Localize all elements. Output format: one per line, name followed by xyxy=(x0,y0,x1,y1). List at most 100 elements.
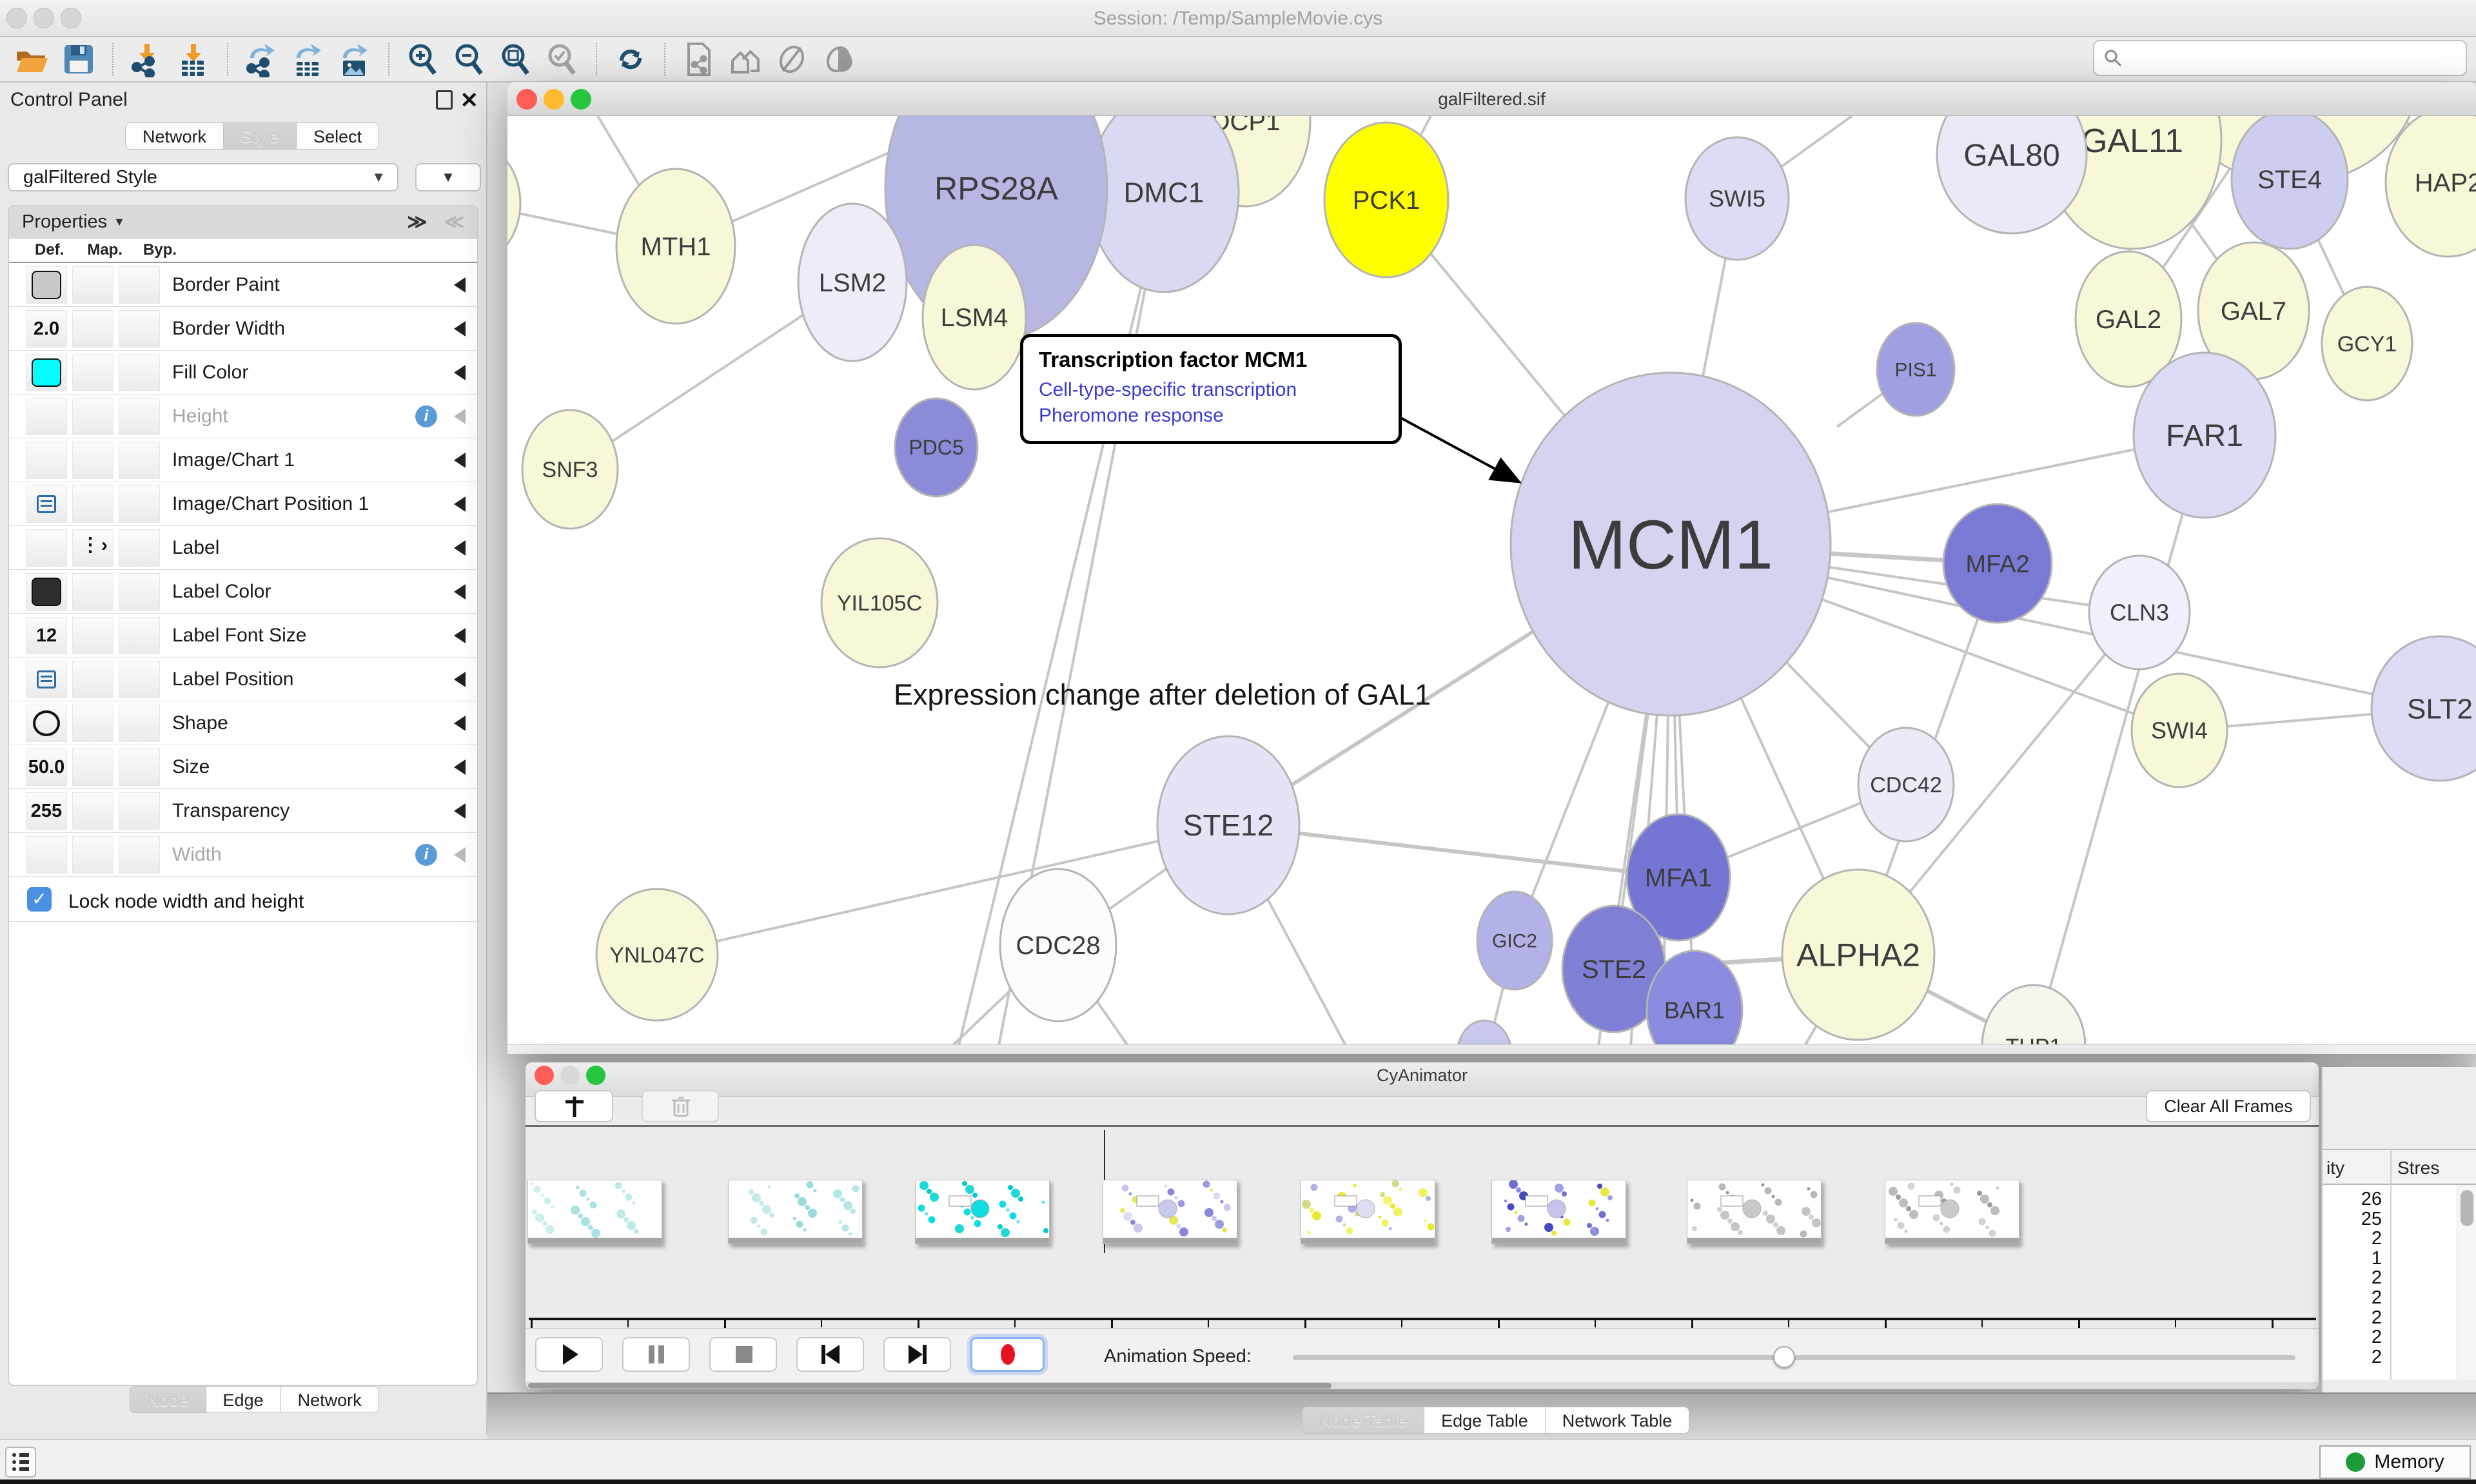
default-value-cell[interactable]: 2.0 xyxy=(26,310,67,347)
minimize-icon[interactable] xyxy=(560,1066,580,1085)
mapping-cell[interactable] xyxy=(72,398,113,435)
scrollbar-thumb[interactable] xyxy=(528,1383,1331,1389)
bypass-cell[interactable] xyxy=(119,792,160,830)
tab-select[interactable]: Select xyxy=(297,122,379,150)
expand-arrow-icon[interactable] xyxy=(454,672,466,687)
node-snf3[interactable]: SNF3 xyxy=(522,410,618,529)
mapping-cell[interactable] xyxy=(72,442,113,479)
bypass-cell[interactable] xyxy=(119,661,160,698)
style-selector[interactable]: galFiltered Style ▼ xyxy=(8,163,398,191)
tab-network-table[interactable]: Network Table xyxy=(1546,1407,1690,1434)
color-swatch[interactable] xyxy=(32,578,61,606)
property-row-transparency[interactable]: 255Transparency xyxy=(9,789,477,833)
default-value-cell[interactable] xyxy=(26,266,67,304)
scrollbar-thumb[interactable] xyxy=(2461,1190,2473,1226)
skip-to-start-button[interactable] xyxy=(796,1337,864,1372)
search-field[interactable] xyxy=(2093,40,2467,76)
tab-style[interactable]: Style xyxy=(224,122,297,150)
tab-network[interactable]: Network xyxy=(125,122,224,150)
expand-arrow-icon[interactable] xyxy=(454,628,466,643)
tab-network[interactable]: Network xyxy=(281,1386,379,1413)
window-zoom-icon[interactable] xyxy=(61,8,81,28)
info-icon[interactable]: i xyxy=(415,405,437,427)
horizontal-scrollbar[interactable] xyxy=(526,1382,2319,1389)
node-ste12[interactable]: STE12 xyxy=(1157,736,1299,914)
expand-arrow-icon[interactable] xyxy=(454,453,466,468)
zoom-selected-icon[interactable] xyxy=(542,39,582,79)
default-value-cell[interactable] xyxy=(26,573,67,610)
add-frame-button[interactable] xyxy=(535,1090,613,1122)
window-close-icon[interactable] xyxy=(6,8,27,28)
node-pdc5[interactable]: PDC5 xyxy=(895,398,978,496)
property-row-size[interactable]: 50.0Size xyxy=(9,745,477,789)
zoom-in-icon[interactable] xyxy=(403,39,443,79)
default-value-cell[interactable] xyxy=(26,398,67,435)
table-cell[interactable]: 25 xyxy=(2323,1209,2382,1230)
node-cdc42[interactable]: CDC42 xyxy=(1858,728,1954,841)
node-swi4[interactable]: SWI4 xyxy=(2132,674,2227,787)
bypass-cell[interactable] xyxy=(119,310,160,347)
tab-node[interactable]: Node xyxy=(130,1386,206,1413)
float-window-icon[interactable] xyxy=(436,90,453,110)
panel-menu-icon[interactable] xyxy=(5,1447,36,1478)
skip-to-end-button[interactable] xyxy=(883,1337,951,1372)
mapping-cell[interactable] xyxy=(72,792,113,830)
node-mfa2[interactable]: MFA2 xyxy=(1943,504,2052,623)
memory-button[interactable]: Memory xyxy=(2319,1445,2471,1479)
node-lsm4[interactable]: LSM4 xyxy=(923,245,1026,389)
bypass-cell[interactable] xyxy=(119,354,160,391)
table-cell[interactable]: 26 xyxy=(2323,1189,2382,1210)
edge-ste12-ynl047c[interactable] xyxy=(657,825,1228,955)
export-image-icon[interactable] xyxy=(335,39,375,79)
mapping-cell[interactable]: ⋮› xyxy=(72,529,113,567)
property-row-border-paint[interactable]: Border Paint xyxy=(9,263,477,307)
property-row-label-position[interactable]: Label Position xyxy=(9,658,477,701)
close-icon[interactable] xyxy=(535,1066,554,1085)
node-alpha2[interactable]: ALPHA2 xyxy=(1782,870,1934,1040)
delete-frame-button[interactable] xyxy=(642,1090,719,1122)
window-minimize-icon[interactable] xyxy=(34,8,54,28)
frame-thumbnail-6[interactable] xyxy=(1491,1180,1626,1244)
expand-arrow-icon[interactable] xyxy=(454,716,466,731)
slider-thumb[interactable] xyxy=(1773,1346,1795,1368)
bypass-cell[interactable] xyxy=(119,573,160,610)
close-icon[interactable] xyxy=(516,89,537,110)
node-yil105c[interactable]: YIL105C xyxy=(821,538,938,667)
mapping-cell[interactable] xyxy=(72,617,113,654)
node-far1[interactable]: FAR1 xyxy=(2134,353,2275,518)
home-icon[interactable] xyxy=(725,39,765,79)
mapping-cell[interactable] xyxy=(72,748,113,786)
mapping-cell[interactable] xyxy=(72,354,113,391)
table-cell[interactable]: 2 xyxy=(2323,1307,2382,1329)
property-row-fill-color[interactable]: Fill Color xyxy=(9,351,477,395)
frame-thumbnail-3[interactable] xyxy=(915,1180,1050,1244)
expand-arrow-icon[interactable] xyxy=(454,277,466,293)
mapping-cell[interactable] xyxy=(72,266,113,304)
node-ste4[interactable]: STE4 xyxy=(2232,116,2348,249)
node-mth1[interactable]: MTH1 xyxy=(616,169,735,324)
import-network-icon[interactable] xyxy=(127,39,167,79)
frame-thumbnail-2[interactable] xyxy=(728,1180,863,1244)
default-value-cell[interactable] xyxy=(26,354,67,391)
annotation-box[interactable]: Transcription factor MCM1 Cell-type-spec… xyxy=(1020,334,1402,444)
annotation-link[interactable]: Cell-type-specific transcription xyxy=(1039,377,1383,403)
bypass-cell[interactable] xyxy=(119,398,160,435)
node-slt2[interactable]: SLT2 xyxy=(2372,636,2476,781)
horizontal-scrollbar[interactable] xyxy=(507,1044,2476,1054)
column-header[interactable]: Stres xyxy=(2397,1158,2439,1178)
animation-speed-slider[interactable] xyxy=(1293,1355,2295,1360)
animation-timeline[interactable]: 0123456789 Seconds xyxy=(526,1127,2319,1328)
mapping-cell[interactable] xyxy=(72,310,113,347)
network-document-icon[interactable] xyxy=(679,39,719,79)
expand-arrow-icon[interactable] xyxy=(454,496,466,512)
properties-header[interactable]: Properties ▼ ≫ ≪ xyxy=(9,206,477,239)
hide-graphics-icon[interactable] xyxy=(772,39,812,79)
node-gcy1[interactable]: GCY1 xyxy=(2322,287,2412,400)
property-row-shape[interactable]: Shape xyxy=(9,701,477,745)
property-row-label-color[interactable]: Label Color xyxy=(9,570,477,614)
bypass-cell[interactable] xyxy=(119,529,160,567)
frame-thumbnail-1[interactable] xyxy=(527,1180,662,1244)
expand-arrow-icon[interactable] xyxy=(454,409,466,424)
default-value-cell[interactable]: 255 xyxy=(26,792,67,830)
zoom-out-icon[interactable] xyxy=(449,39,489,79)
